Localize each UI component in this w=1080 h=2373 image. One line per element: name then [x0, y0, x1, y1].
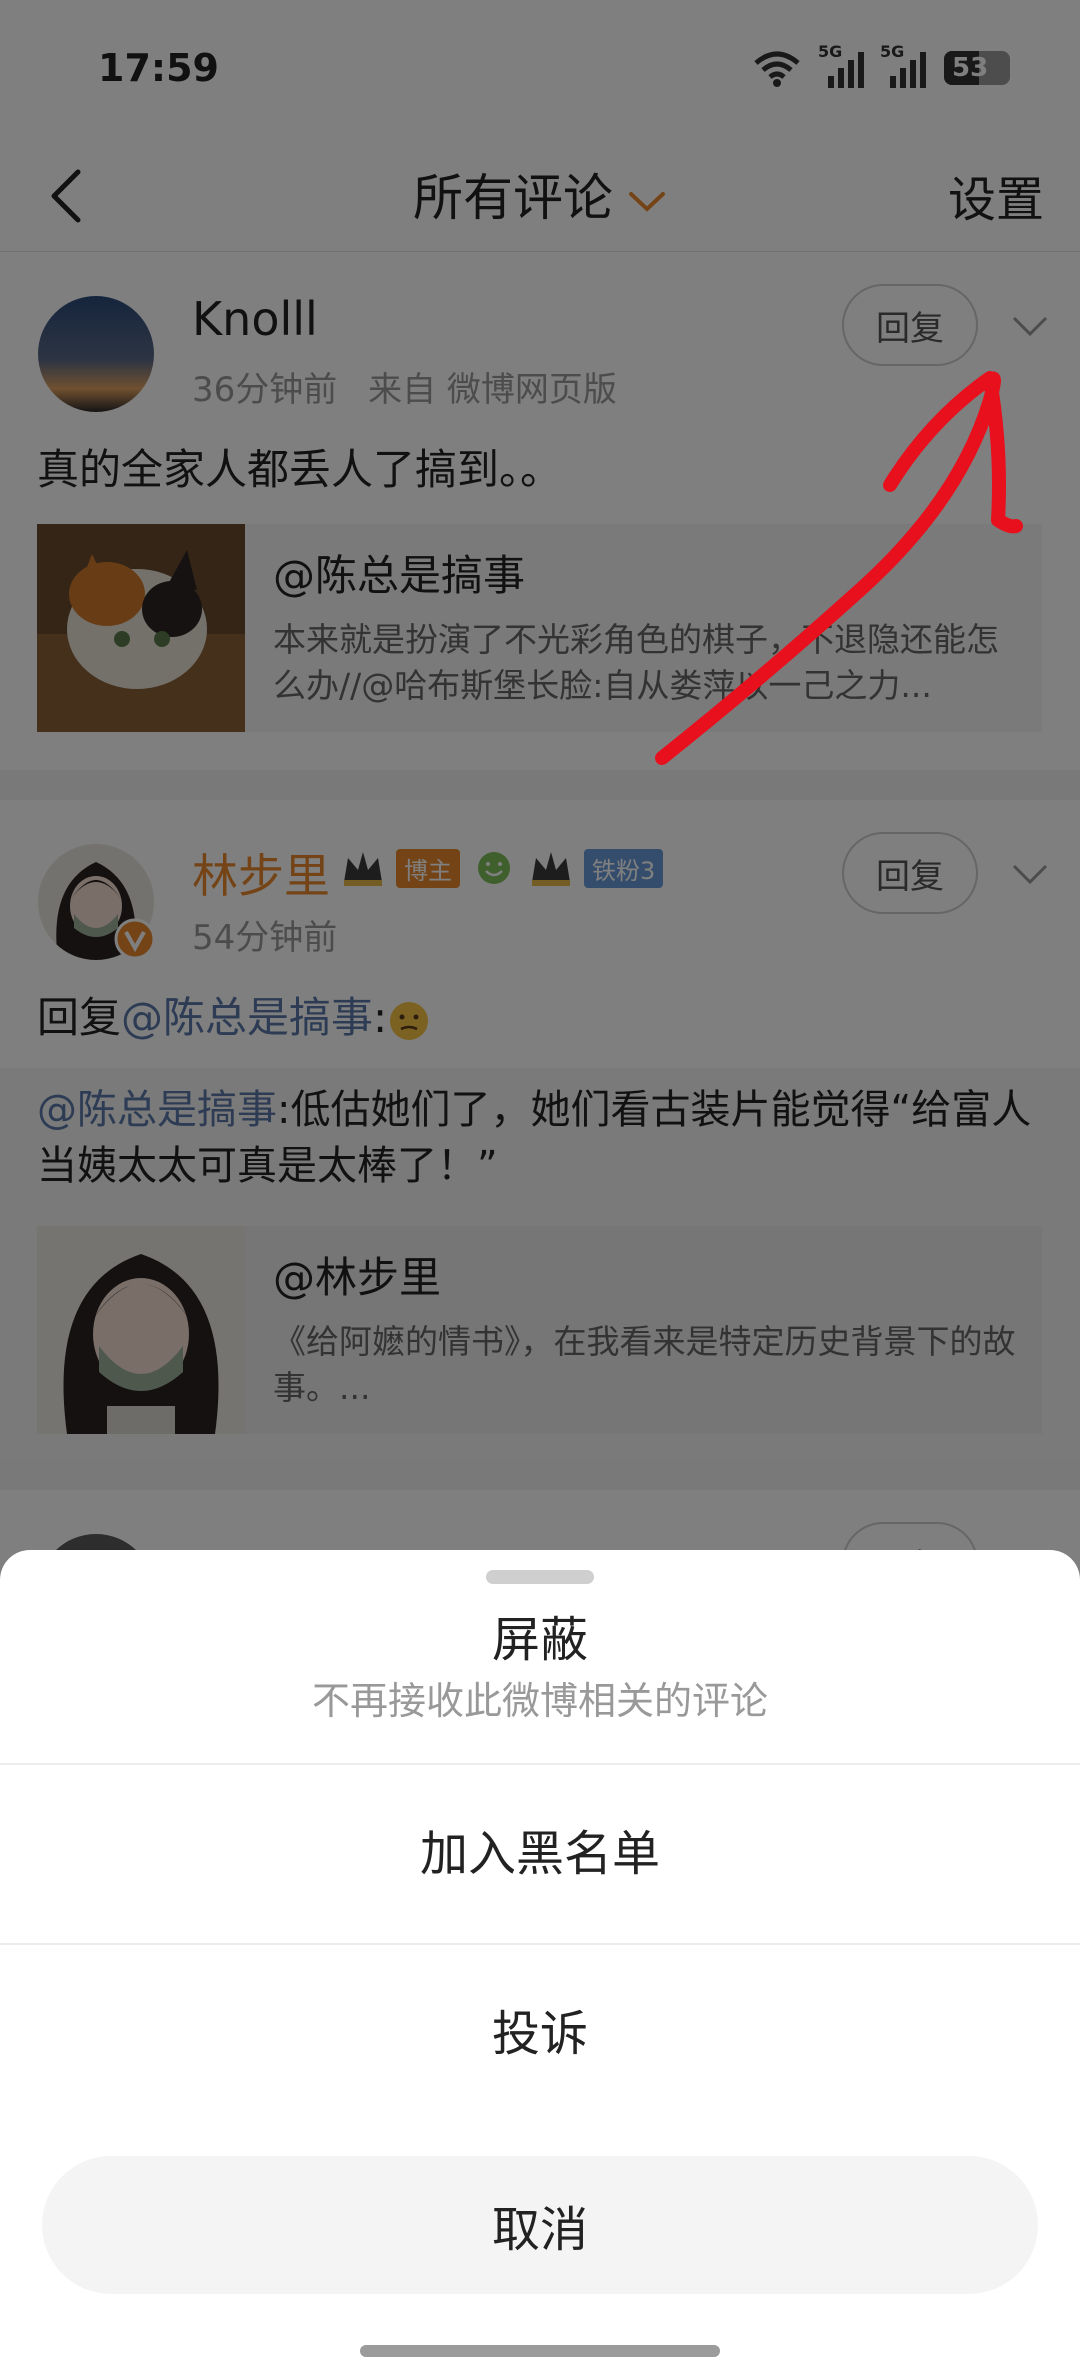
home-indicator[interactable]: [360, 2345, 720, 2357]
cancel-button[interactable]: 取消: [42, 2156, 1038, 2294]
block-sublabel: 不再接收此微博相关的评论: [311, 1679, 768, 1723]
block-option[interactable]: 屏蔽 不再接收此微博相关的评论: [0, 1590, 1080, 1740]
action-sheet: 屏蔽 不再接收此微博相关的评论 加入黑名单 投诉 取消: [0, 1550, 1080, 2373]
blacklist-option[interactable]: 加入黑名单: [0, 1765, 1080, 1943]
sheet-handle[interactable]: [486, 1570, 594, 1584]
report-option[interactable]: 投诉: [0, 1945, 1080, 2123]
block-label: 屏蔽: [491, 1612, 588, 1668]
